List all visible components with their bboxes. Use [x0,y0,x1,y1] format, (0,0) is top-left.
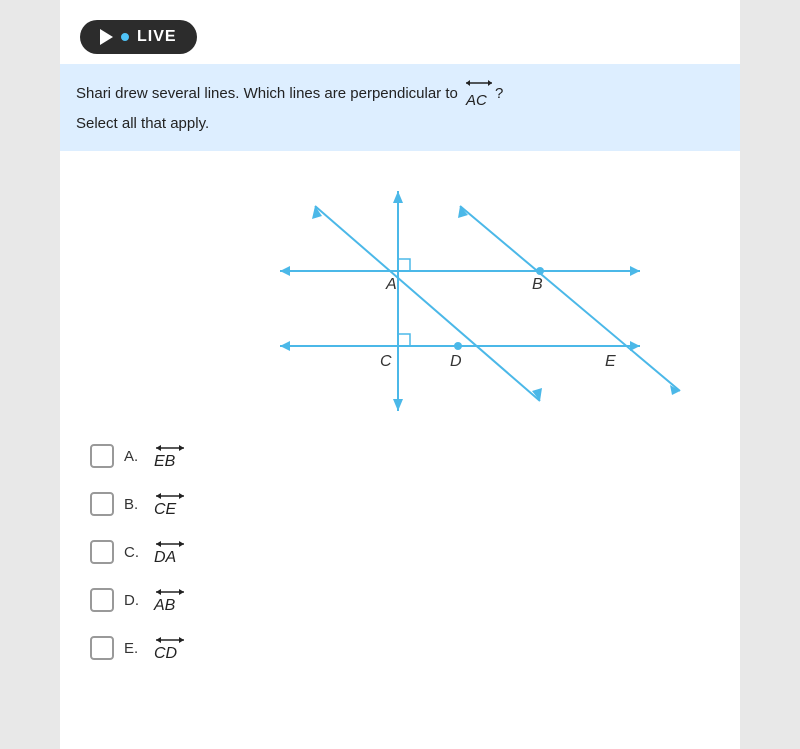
line-CE: CE [154,489,176,519]
answer-letter-B: B. [124,496,144,513]
checkbox-B[interactable] [90,492,114,516]
line-DA: DA [154,537,176,567]
diagram-svg: A B C D E [60,151,740,431]
answer-letter-E: E. [124,640,144,657]
answers-area: A. EB B. CE [60,431,740,701]
label-D: D [450,353,462,370]
answer-item-C: C. DA [90,537,720,567]
label-A: A [385,276,397,293]
checkbox-C[interactable] [90,540,114,564]
question-end: ? [495,85,503,102]
line-ac-letters: AC [466,92,487,109]
main-container: LIVE Shari drew several lines. Which lin… [60,0,740,749]
question-area: Shari drew several lines. Which lines ar… [60,64,740,151]
checkbox-E[interactable] [90,636,114,660]
answer-letter-A: A. [124,448,144,465]
answer-item-A: A. EB [90,441,720,471]
checkbox-A[interactable] [90,444,114,468]
label-C: C [380,353,392,370]
live-bar[interactable]: LIVE [80,20,197,54]
answer-letter-D: D. [124,592,144,609]
line-CD: CD [154,633,177,663]
question-text: Shari drew several lines. Which lines ar… [76,76,724,113]
answer-item-E: E. CD [90,633,720,663]
live-label: LIVE [137,28,177,46]
label-E: E [605,353,616,370]
line-EB: EB [154,441,175,471]
line-ac-ref: AC [466,76,487,113]
question-main: Shari drew several lines. Which lines ar… [76,85,458,102]
line-AB: AB [154,585,175,615]
question-subtext: Select all that apply. [76,113,724,136]
live-dot [121,33,129,41]
answer-item-B: B. CE [90,489,720,519]
answer-item-D: D. AB [90,585,720,615]
play-icon [100,29,113,45]
label-B: B [532,276,543,293]
answer-letter-C: C. [124,544,144,561]
diagram-area: A B C D E [60,151,740,431]
checkbox-D[interactable] [90,588,114,612]
